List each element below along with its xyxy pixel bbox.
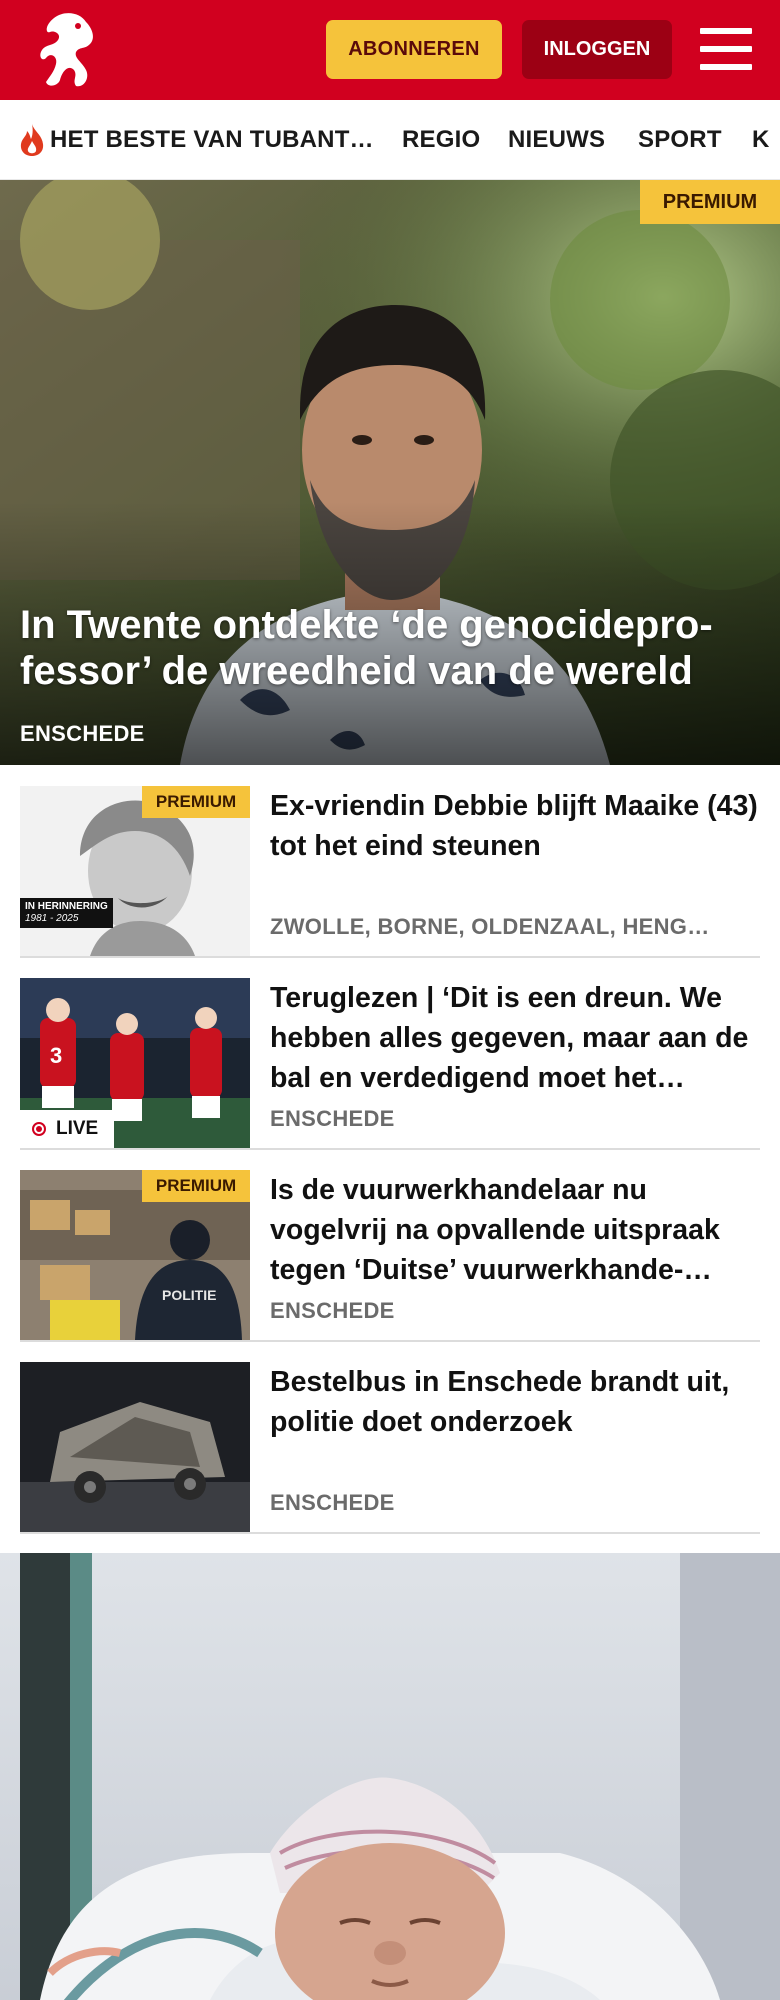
article-location: ZWOLLE, BORNE, OLDENZAAL, HENG… <box>270 914 710 939</box>
subscribe-button[interactable]: ABONNEREN <box>326 20 502 79</box>
login-button[interactable]: INLOGGEN <box>522 20 672 79</box>
nav-item-regio[interactable]: REGIO <box>402 100 481 179</box>
list-item[interactable]: 3 LIVE Teruglezen | ‘Dit is een dreun. W… <box>20 978 760 1150</box>
article-title[interactable]: Is de vuurwerkhandelaar nu vogelvrij na … <box>270 1170 760 1290</box>
police-text: POLITIE <box>162 1287 216 1303</box>
nav-item-nieuws[interactable]: NIEUWS <box>508 100 606 179</box>
article-thumbnail: POLITIE PREMIUM <box>20 1170 250 1340</box>
nav-item-label: HET BESTE VAN TUBANT… <box>50 126 374 153</box>
premium-badge: PREMIUM <box>142 786 250 818</box>
article-location: ENSCHEDE <box>270 1106 395 1131</box>
memorial-years: 1981 - 2025 <box>25 913 79 924</box>
article-thumbnail: PREMIUM IN HERINNERING 1981 - 2025 <box>20 786 250 956</box>
premium-badge: PREMIUM <box>640 180 780 224</box>
live-dot-icon <box>32 1122 46 1136</box>
premium-badge: PREMIUM <box>142 1170 250 1202</box>
article-title[interactable]: Bestelbus in Enschede brandt uit, politi… <box>270 1362 760 1442</box>
article-location: ENSCHEDE <box>270 1490 395 1515</box>
hero-title[interactable]: In Twente ontdekte ‘de genocidepro-fesso… <box>20 602 740 694</box>
nav-item-sport[interactable]: SPORT <box>638 100 722 179</box>
baby-photo <box>0 1553 780 2000</box>
nav-item-best-of[interactable]: HET BESTE VAN TUBANT… <box>18 100 374 179</box>
memorial-caption: IN HERINNERING 1981 - 2025 <box>20 898 113 928</box>
nav-item-label: NIEUWS <box>508 126 606 153</box>
featured-photo-baby[interactable] <box>0 1553 780 2000</box>
nav-item-more[interactable]: K <box>752 100 770 179</box>
live-label: LIVE <box>56 1118 99 1139</box>
nav-item-label: REGIO <box>402 126 481 153</box>
live-badge: LIVE <box>20 1110 114 1148</box>
list-item[interactable]: PREMIUM IN HERINNERING 1981 - 2025 Ex-vr… <box>20 786 760 958</box>
tubantia-horse-logo[interactable] <box>34 8 106 92</box>
flame-icon <box>20 124 44 156</box>
hero-location: ENSCHEDE <box>20 721 145 746</box>
nav-item-label: K <box>752 126 770 153</box>
article-title[interactable]: Teruglezen | ‘Dit is een dreun. We hebbe… <box>270 978 760 1098</box>
hero-article[interactable]: PREMIUM In Twente ontdekte ‘de genocidep… <box>0 180 780 765</box>
burnt-van-photo <box>20 1362 250 1532</box>
main-navigation: HET BESTE VAN TUBANT… REGIO NIEUWS SPORT… <box>0 100 780 180</box>
site-header: ABONNEREN INLOGGEN <box>0 0 780 100</box>
article-thumbnail: 3 LIVE <box>20 978 250 1148</box>
svg-text:3: 3 <box>50 1043 62 1068</box>
menu-icon[interactable] <box>700 24 752 74</box>
memorial-label: IN HERINNERING <box>25 901 108 912</box>
article-title[interactable]: Ex-vriendin Debbie blijft Maaike (43) to… <box>270 786 760 866</box>
article-thumbnail <box>20 1362 250 1532</box>
article-location: ENSCHEDE <box>270 1298 395 1323</box>
nav-item-label: SPORT <box>638 126 722 153</box>
list-item[interactable]: POLITIE PREMIUM Is de vuurwerkhandelaar … <box>20 1170 760 1342</box>
list-item[interactable]: Bestelbus in Enschede brandt uit, politi… <box>20 1362 760 1534</box>
